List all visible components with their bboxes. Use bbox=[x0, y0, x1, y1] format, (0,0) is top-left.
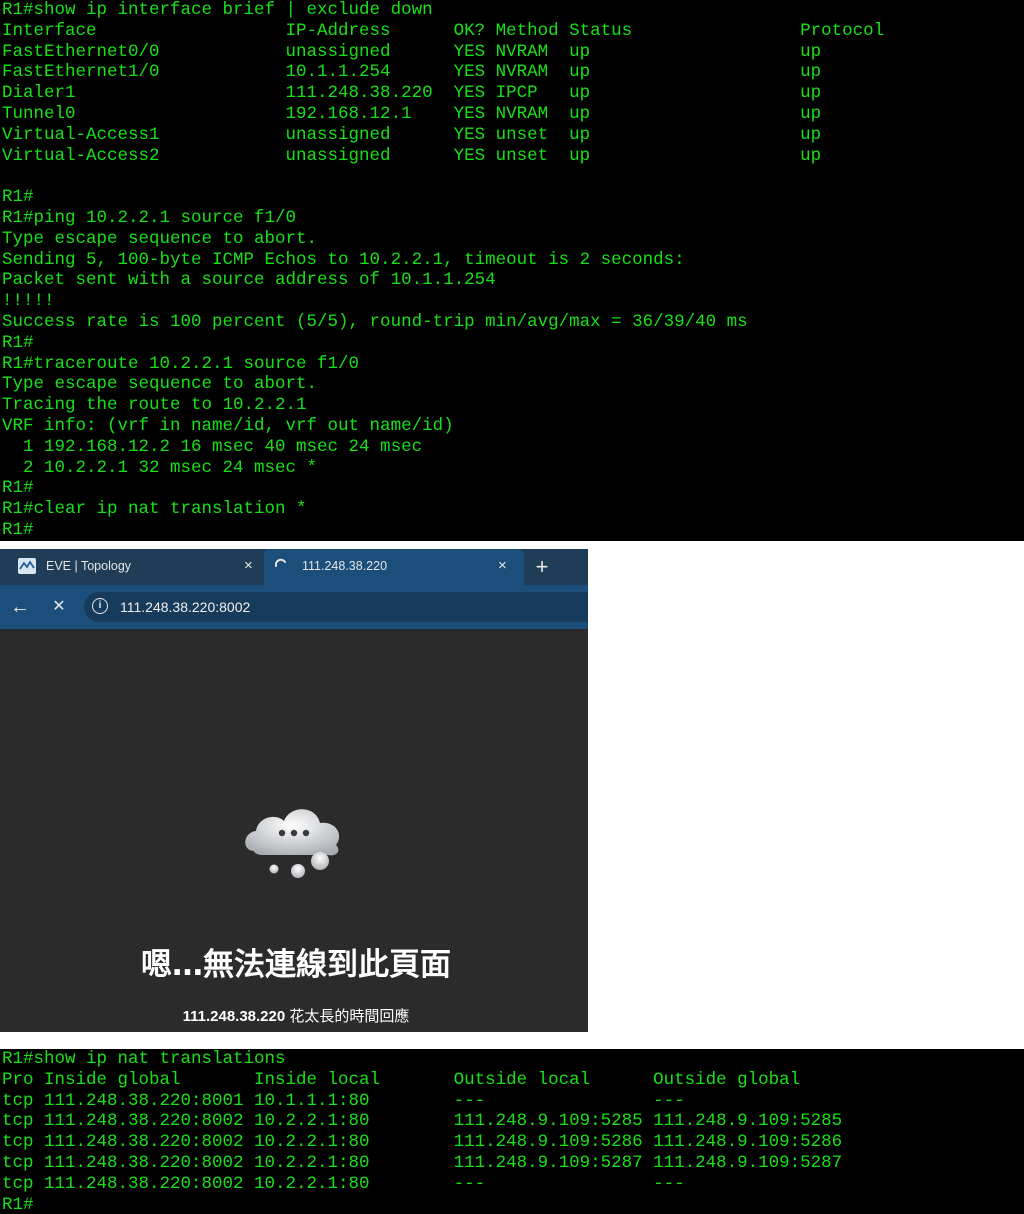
terminal-line: R1#traceroute 10.2.2.1 source f1/0 bbox=[2, 353, 360, 374]
error-subtitle: 111.248.38.220 花太長的時間回應 bbox=[4, 1005, 588, 1026]
terminal-line: Interface IP-Address OK? Method Status P… bbox=[2, 20, 885, 41]
site-info-icon[interactable]: i bbox=[92, 598, 108, 614]
url-text: 111.248.38.220:8002 bbox=[120, 599, 251, 615]
terminal-line: R1#ping 10.2.2.1 source f1/0 bbox=[2, 207, 297, 228]
terminal-line: Type escape sequence to abort. bbox=[2, 374, 318, 395]
terminal-line: Packet sent with a source address of 10.… bbox=[2, 270, 496, 291]
terminal-line: Success rate is 100 percent (5/5), round… bbox=[2, 311, 748, 332]
terminal-line: R1# bbox=[2, 187, 34, 208]
close-tab-icon[interactable]: × bbox=[498, 557, 507, 574]
new-tab-button[interactable]: + bbox=[530, 553, 554, 581]
stop-loading-button[interactable]: ✕ bbox=[47, 595, 71, 619]
tab-111-248-38-220[interactable]: 111.248.38.220 × bbox=[264, 549, 524, 585]
terminal-top[interactable]: R1#show ip interface brief | exclude dow… bbox=[0, 0, 1024, 541]
terminal-line: Virtual-Access1 unassigned YES unset up … bbox=[2, 124, 822, 145]
tab-bar: EVE | Topology × 111.248.38.220 × + bbox=[0, 549, 588, 585]
terminal-line: 1 192.168.12.2 16 msec 40 msec 24 msec bbox=[2, 436, 423, 457]
terminal-line: Virtual-Access2 unassigned YES unset up … bbox=[2, 145, 822, 166]
terminal-line: R1#clear ip nat translation * bbox=[2, 499, 307, 520]
terminal-line: VRF info: (vrf in name/id, vrf out name/… bbox=[2, 415, 454, 436]
terminal-line: R1#show ip nat translations bbox=[2, 1049, 286, 1069]
cloud-error-icon bbox=[236, 795, 356, 885]
error-title: 嗯…無法連線到此頁面 bbox=[141, 947, 451, 983]
terminal-line: Pro Inside global Inside local Outside l… bbox=[2, 1069, 801, 1090]
eve-logo-icon bbox=[18, 558, 36, 574]
terminal-line: tcp 111.248.38.220:8001 10.1.1.1:80 --- … bbox=[2, 1090, 685, 1111]
back-button[interactable]: ← bbox=[8, 595, 32, 619]
error-host: 111.248.38.220 bbox=[182, 1008, 286, 1025]
terminal-line: R1#show ip interface brief | exclude dow… bbox=[2, 0, 433, 20]
terminal-line: tcp 111.248.38.220:8002 10.2.2.1:80 111.… bbox=[2, 1111, 843, 1132]
terminal-line: FastEthernet0/0 unassigned YES NVRAM up … bbox=[2, 41, 822, 62]
terminal-line: R1# bbox=[2, 332, 34, 353]
terminal-line: tcp 111.248.38.220:8002 10.2.2.1:80 --- … bbox=[2, 1173, 685, 1194]
tab-label: 111.248.38.220 bbox=[302, 559, 388, 573]
page-content: 嗯…無法連線到此頁面 111.248.38.220 花太長的時間回應 bbox=[4, 629, 588, 1032]
browser-window: EVE | Topology × 111.248.38.220 × + ← ✕ … bbox=[0, 549, 588, 1032]
tab-label: EVE | Topology bbox=[46, 559, 132, 573]
error-detail: 花太長的時間回應 bbox=[285, 1008, 410, 1025]
loading-spinner-icon bbox=[273, 557, 289, 573]
terminal-line: R1# bbox=[2, 478, 34, 499]
terminal-line: Tunnel0 192.168.12.1 YES NVRAM up up bbox=[2, 103, 822, 124]
terminal-line: tcp 111.248.38.220:8002 10.2.2.1:80 111.… bbox=[2, 1132, 843, 1153]
navigation-bar: ← ✕ i 111.248.38.220:8002 bbox=[0, 585, 588, 629]
terminal-line: R1# bbox=[2, 1194, 34, 1214]
terminal-line: Sending 5, 100-byte ICMP Echos to 10.2.2… bbox=[2, 249, 685, 270]
terminal-line: Dialer1 111.248.38.220 YES IPCP up up bbox=[2, 83, 822, 104]
terminal-line: FastEthernet1/0 10.1.1.254 YES NVRAM up … bbox=[2, 62, 822, 83]
terminal-line: R1# bbox=[2, 519, 34, 540]
terminal-line: Tracing the route to 10.2.2.1 bbox=[2, 395, 307, 416]
terminal-bottom[interactable]: R1#show ip nat translations Pro Inside gl… bbox=[0, 1049, 1024, 1214]
terminal-line: Type escape sequence to abort. bbox=[2, 228, 318, 249]
close-tab-icon[interactable]: × bbox=[244, 557, 253, 574]
terminal-line: 2 10.2.2.1 32 msec 24 msec * bbox=[2, 457, 318, 478]
tab-eve-topology[interactable]: EVE | Topology × bbox=[0, 549, 264, 585]
terminal-line: !!!!! bbox=[2, 291, 55, 312]
terminal-line: tcp 111.248.38.220:8002 10.2.2.1:80 111.… bbox=[2, 1152, 843, 1173]
address-bar[interactable]: i 111.248.38.220:8002 bbox=[84, 592, 588, 622]
